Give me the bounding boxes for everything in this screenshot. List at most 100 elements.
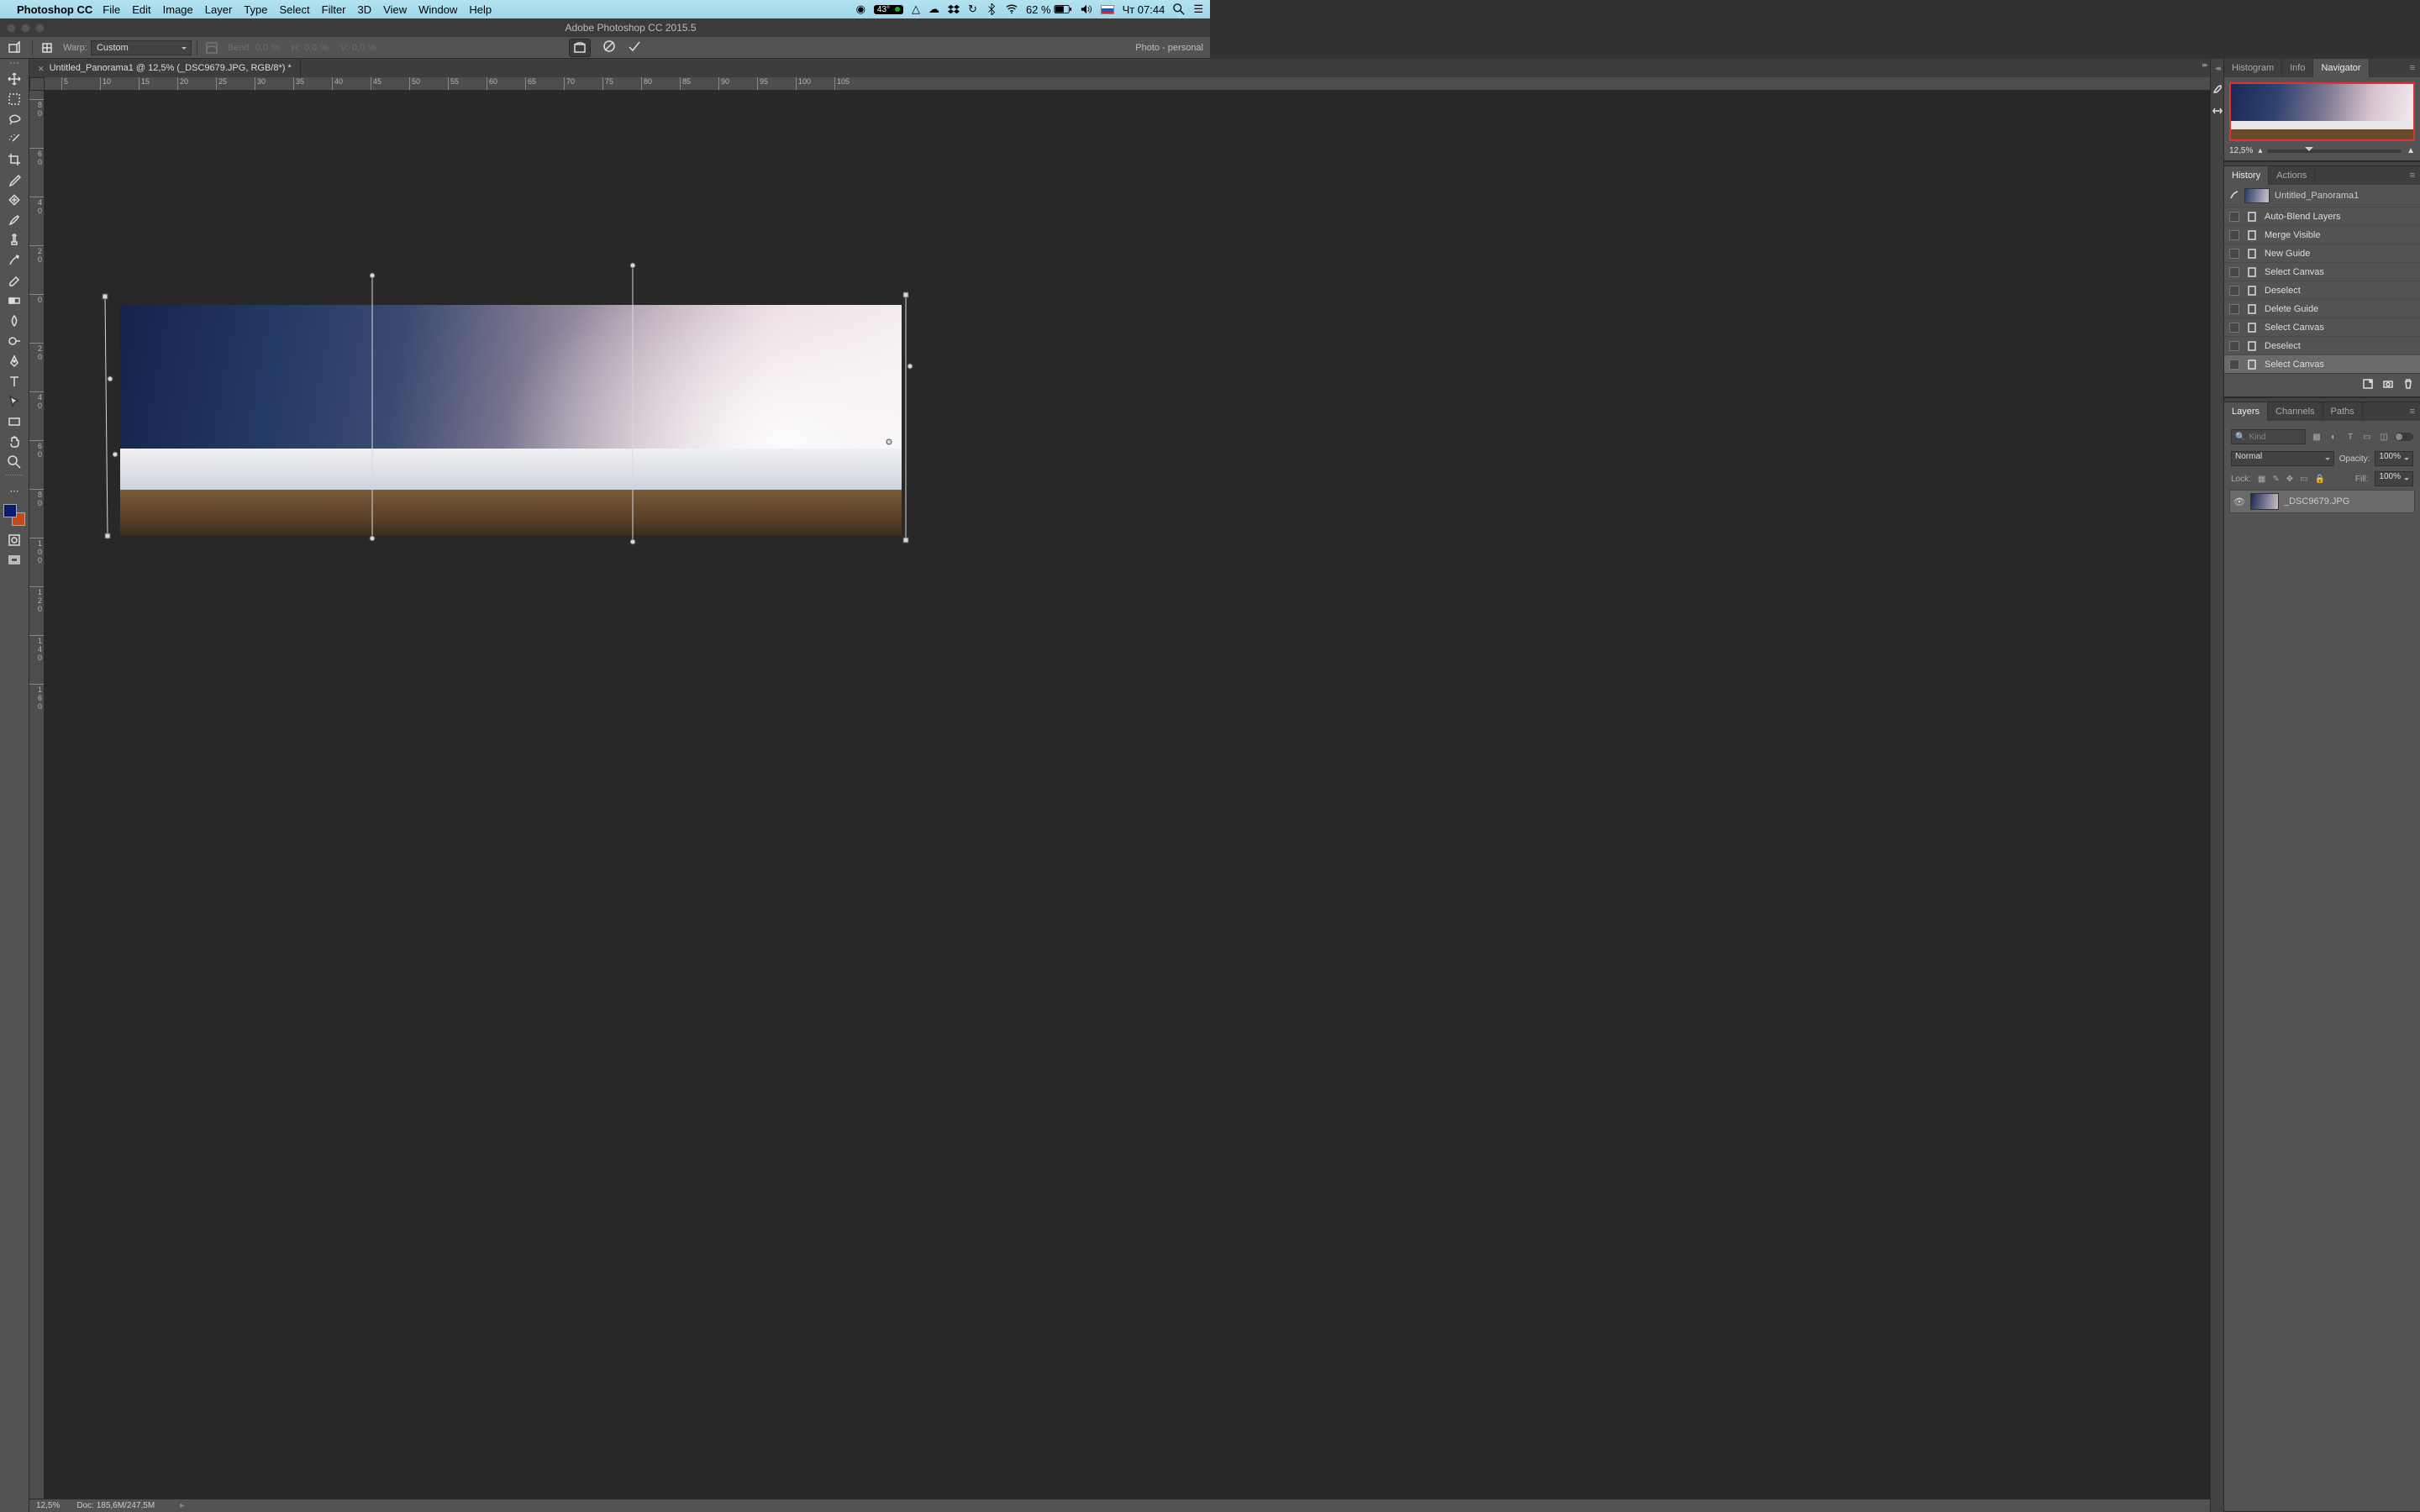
status-zoom[interactable]: 12,5% [36,1501,60,1510]
history-source-checkbox[interactable] [2229,230,2239,240]
collapse-chevron-icon[interactable]: ▸▸ [2202,60,2207,70]
layer-filter-kind[interactable]: 🔍 Kind [2231,429,2306,444]
delete-state-icon[interactable] [2403,379,2413,391]
expand-chevron-icon[interactable]: ◂◂ [2215,64,2219,73]
filter-shape-icon[interactable]: ▭ [2361,431,2373,443]
magic-wand-tool[interactable] [4,130,24,149]
filter-pixel-icon[interactable]: ▩ [2311,431,2323,443]
tab-channels[interactable]: Channels [2268,402,2323,421]
brush-presets-panel-icon[interactable] [2212,105,2223,117]
lasso-tool[interactable] [4,110,24,129]
spotlight-icon[interactable] [1173,3,1185,15]
navigator-zoom-in-icon[interactable]: ▲ [2407,146,2415,155]
history-source-checkbox[interactable] [2229,360,2239,370]
app-name[interactable]: Photoshop CC [17,3,92,16]
layer-visibility-icon[interactable]: 👁 [2233,496,2245,507]
tab-navigator[interactable]: Navigator [2313,59,2369,77]
eyedropper-tool[interactable] [4,171,24,189]
quickmask-toggle[interactable] [4,531,24,549]
navigator-zoom-value[interactable]: 12,5% [2229,146,2253,155]
clock[interactable]: Чт 07:44 [1123,3,1165,16]
menu-filter[interactable]: Filter [322,3,346,16]
tab-actions[interactable]: Actions [2269,166,2315,185]
color-swatches[interactable] [3,504,25,526]
toolbox-grip[interactable] [6,62,23,66]
cancel-transform-button[interactable] [602,39,616,55]
tab-paths[interactable]: Paths [2323,402,2363,421]
document-tab[interactable]: × Untitled_Panorama1 @ 12,5% (_DSC9679.J… [29,59,301,77]
warp-preset-select[interactable]: Custom [91,40,192,55]
crop-tool[interactable] [4,150,24,169]
ruler-origin[interactable] [29,77,45,91]
input-language[interactable] [1101,5,1114,14]
layer-thumbnail[interactable] [2250,493,2279,510]
panel-menu-icon[interactable]: ≡ [2405,166,2420,185]
fill-value[interactable]: 100% [2375,471,2413,486]
hand-tool[interactable] [4,433,24,451]
rectangle-tool[interactable] [4,412,24,431]
history-source-checkbox[interactable] [2229,304,2239,314]
history-state[interactable]: Select Canvas [2224,318,2420,336]
tab-histogram[interactable]: Histogram [2224,59,2282,77]
volume-icon[interactable] [1081,3,1092,15]
traffic-close[interactable] [7,24,16,33]
filter-type-icon[interactable]: T [2344,431,2356,443]
google-drive-icon[interactable]: △ [912,3,920,16]
warp-grid-icon[interactable] [38,39,56,57]
healing-brush-tool[interactable] [4,191,24,209]
close-tab-icon[interactable]: × [38,62,45,75]
history-source-checkbox[interactable] [2229,341,2239,351]
navigator-zoom-slider[interactable] [2267,150,2402,153]
opacity-value[interactable]: 100% [2375,451,2413,466]
lock-position-icon[interactable]: ✥ [2286,475,2293,484]
filter-smart-icon[interactable]: ◫ [2378,431,2390,443]
warp-mode-toggle[interactable] [569,39,591,57]
status-flyout-icon[interactable]: ▸ [180,1501,184,1510]
panel-menu-icon[interactable]: ≡ [2405,402,2420,421]
edit-toolbar-button[interactable]: ⋯ [4,481,24,500]
ruler-horizontal[interactable]: 5101520253035404550556065707580859095100… [45,77,2210,91]
menu-layer[interactable]: Layer [205,3,233,16]
history-state[interactable]: Deselect [2224,336,2420,354]
dropbox-icon[interactable] [948,3,960,15]
dodge-tool[interactable] [4,332,24,350]
path-selection-tool[interactable] [4,392,24,411]
screenmode-toggle[interactable] [4,551,24,570]
lock-all-icon[interactable]: 🔒 [2315,475,2325,484]
zoom-tool[interactable] [4,453,24,471]
menu-window[interactable]: Window [418,3,457,16]
history-state[interactable]: Select Canvas [2224,262,2420,281]
status-docsize[interactable]: Doc: 185,6M/247,5M [76,1501,155,1510]
tab-history[interactable]: History [2224,166,2269,185]
lock-artboard-icon[interactable]: ▭ [2300,475,2307,484]
create-document-from-state-icon[interactable] [2363,379,2373,391]
status-eye-icon[interactable]: ◉ [856,3,865,16]
history-brush-tool[interactable] [4,251,24,270]
wifi-icon[interactable] [1006,3,1018,15]
marquee-tool[interactable] [4,90,24,108]
lock-transparency-icon[interactable]: ▦ [2258,475,2265,484]
tab-layers[interactable]: Layers [2224,402,2268,421]
warp-mesh[interactable] [45,91,952,679]
layer-name[interactable]: _DSC9679.JPG [2284,496,2349,507]
move-tool[interactable] [4,70,24,88]
history-state[interactable]: New Guide [2224,244,2420,262]
history-state[interactable]: Auto-Blend Layers [2224,207,2420,225]
menu-3d[interactable]: 3D [358,3,372,16]
new-snapshot-icon[interactable] [2383,379,2393,391]
blend-mode-select[interactable]: Normal [2231,451,2334,466]
menu-type[interactable]: Type [244,3,267,16]
traffic-minimize[interactable] [21,24,30,33]
navigator-thumbnail[interactable] [2229,82,2415,141]
brush-panel-icon[interactable] [2212,83,2223,95]
stamp-tool[interactable] [4,231,24,249]
brush-tool[interactable] [4,211,24,229]
ruler-vertical[interactable]: 8 06 04 02 002 04 06 08 01 0 01 2 01 4 0… [29,91,45,1499]
pen-tool[interactable] [4,352,24,370]
menu-select[interactable]: Select [279,3,309,16]
type-tool[interactable] [4,372,24,391]
eraser-tool[interactable] [4,271,24,290]
history-state[interactable]: Deselect [2224,281,2420,299]
menu-image[interactable]: Image [163,3,193,16]
history-source-checkbox[interactable] [2229,212,2239,222]
